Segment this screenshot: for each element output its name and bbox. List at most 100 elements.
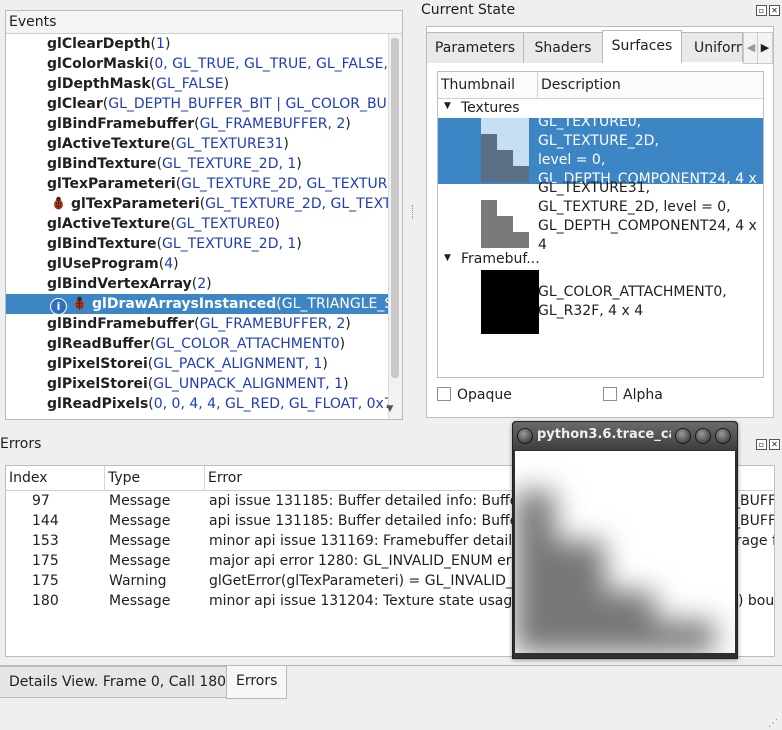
event-function: glPixelStorei — [47, 376, 148, 392]
event-function: glReadBuffer — [47, 336, 150, 352]
event-row[interactable]: glUseProgram(4) — [6, 254, 388, 274]
event-row[interactable]: glBindTexture(GL_TEXTURE_2D, 1) — [6, 154, 388, 174]
event-function: glBindFramebuffer — [47, 116, 195, 132]
event-row[interactable]: glBindFramebuffer(GL_FRAMEBUFFER, 2) — [6, 314, 388, 334]
paren: ) — [296, 156, 302, 172]
python-trace-window[interactable]: python3.6.trace_call — [512, 421, 738, 659]
minimize-icon[interactable] — [675, 428, 691, 444]
event-row[interactable]: glDepthMask(GL_FALSE) — [6, 74, 388, 94]
surface-description-line: level = 0, — [538, 152, 606, 168]
error-index: 180 — [32, 593, 59, 609]
window-close-icon[interactable] — [715, 428, 731, 444]
alpha-checkbox[interactable]: Alpha — [603, 386, 663, 404]
event-row[interactable]: glTexParameteri(GL_TEXTURE_2D, GL_TEXTUR… — [6, 174, 388, 194]
paren: ) — [173, 256, 179, 272]
event-function: glBindTexture — [47, 156, 157, 172]
column-header-description[interactable]: Description — [538, 72, 763, 99]
info-icon: i — [50, 298, 67, 314]
expand-textures-icon[interactable]: ▼ — [444, 101, 451, 111]
error-message: glGetError(glTexParameteri) = GL_INVALID… — [209, 573, 555, 589]
error-index: 175 — [32, 553, 59, 569]
event-args: GL_FALSE — [156, 76, 224, 92]
errors-title: Errors — [0, 436, 42, 452]
paren: ) — [223, 76, 230, 92]
tab-details-view[interactable]: Details View. Frame 0, Call 180 — [0, 666, 237, 698]
event-args: GL_FRAMEBUFFER, 2 — [199, 316, 346, 332]
event-function: glDepthMask — [47, 76, 151, 92]
tab-scroll-right-icon[interactable]: ▶ — [757, 32, 773, 64]
event-args: GL_PACK_ALIGNMENT, 1 — [153, 356, 323, 372]
tab-errors[interactable]: Errors — [226, 665, 288, 699]
error-type: Message — [109, 493, 171, 509]
surface-description: GL_COLOR_ATTACHMENT0, GL_R32F, 4 x 4 — [538, 283, 763, 321]
tab-uniforms[interactable]: Uniform — [681, 32, 743, 62]
event-args: 1 — [156, 36, 165, 52]
event-row[interactable]: glReadBuffer(GL_COLOR_ATTACHMENT0) — [6, 334, 388, 354]
event-function: glTexParameteri — [71, 196, 200, 212]
surface-description-line: GL_R32F, 4 x 4 — [538, 303, 644, 319]
maximize-icon[interactable] — [695, 428, 711, 444]
error-index: 97 — [32, 493, 50, 509]
surface-description-line: GL_TEXTURE0, GL_TEXTURE_2D, — [538, 114, 659, 149]
column-header-thumbnail[interactable]: Thumbnail — [438, 72, 538, 99]
events-list[interactable]: glClearDepth(1) glColorMaski(0, GL_TRUE, … — [6, 34, 388, 418]
event-args: GL_TEXTURE_2D, GL_TEXTURE_COMPARE — [205, 196, 388, 212]
event-row[interactable]: glActiveTexture(GL_TEXTURE31) — [6, 134, 388, 154]
paren: ) — [339, 336, 346, 352]
event-row[interactable]: glBindTexture(GL_TEXTURE_2D, 1) — [6, 234, 388, 254]
error-index: 144 — [32, 513, 59, 529]
group-framebuffer[interactable]: Framebuf... — [461, 248, 540, 270]
event-row[interactable]: glColorMaski(0, GL_TRUE, GL_TRUE, GL_FAL… — [6, 54, 388, 74]
event-args: GL_TEXTURE_2D, 1 — [162, 236, 297, 252]
tab-shaders[interactable]: Shaders — [523, 32, 603, 63]
tab-parameters[interactable]: Parameters — [426, 32, 524, 63]
event-row[interactable]: glPixelStorei(GL_UNPACK_ALIGNMENT, 1) — [6, 374, 388, 394]
splitter-handle[interactable] — [412, 205, 416, 219]
events-header: Events — [6, 11, 402, 34]
paren: ) — [345, 116, 351, 132]
error-type: Message — [109, 513, 171, 529]
event-row[interactable]: glClear(GL_DEPTH_BUFFER_BIT | GL_COLOR_B… — [6, 94, 388, 114]
event-row[interactable]: glReadPixels(0, 0, 4, 4, GL_RED, GL_FLOA… — [6, 394, 388, 414]
bug-icon — [52, 196, 65, 210]
events-scrollbar[interactable] — [388, 34, 402, 419]
opaque-checkbox[interactable]: Opaque — [437, 386, 512, 404]
tab-surfaces[interactable]: Surfaces — [602, 30, 682, 63]
event-args: GL_TEXTURE_2D, 1 — [162, 156, 297, 172]
close-icon[interactable]: ✕ — [769, 5, 780, 16]
event-row[interactable]: glActiveTexture(GL_TEXTURE0) — [6, 214, 388, 234]
column-header-index[interactable]: Index — [6, 466, 105, 491]
event-row[interactable]: glPixelStorei(GL_PACK_ALIGNMENT, 1) — [6, 354, 388, 374]
event-row[interactable]: glBindFramebuffer(GL_FRAMEBUFFER, 2) — [6, 114, 388, 134]
event-function: glClearDepth — [47, 36, 151, 52]
event-args: GL_FRAMEBUFFER, 2 — [199, 116, 346, 132]
render-canvas — [515, 451, 735, 653]
resize-grip-icon[interactable]: ⋰ — [768, 718, 778, 729]
group-textures[interactable]: Textures — [461, 98, 520, 118]
event-function: glTexParameteri — [47, 176, 176, 192]
scroll-down-arrow-icon[interactable]: ▼ — [383, 404, 397, 416]
error-index: 175 — [32, 573, 59, 589]
event-row[interactable]: glClearDepth(1) — [6, 34, 388, 54]
column-header-type[interactable]: Type — [105, 466, 205, 491]
float-icon[interactable]: ▫ — [756, 5, 767, 16]
event-function: glDrawArraysInstanced — [92, 296, 277, 312]
events-scrollbar-thumb[interactable] — [391, 38, 399, 378]
close-icon[interactable]: ✕ — [769, 439, 780, 450]
event-args: GL_TEXTURE0 — [175, 216, 275, 232]
event-row[interactable]: glBindVertexArray(2) — [6, 274, 388, 294]
event-row[interactable]: iglDrawArraysInstanced(GL_TRIANGLE_STRIP… — [6, 294, 388, 314]
event-row[interactable]: glTexParameteri(GL_TEXTURE_2D, GL_TEXTUR… — [6, 194, 388, 214]
surface-description-line: GL_TEXTURE31, — [538, 180, 651, 196]
error-type: Message — [109, 533, 171, 549]
event-args: GL_COLOR_ATTACHMENT0 — [155, 336, 340, 352]
opaque-label: Opaque — [457, 387, 512, 403]
python-window-titlebar[interactable]: python3.6.trace_call — [513, 422, 737, 450]
events-panel: Events glClearDepth(1) glColorMaski(0, GL… — [5, 10, 403, 420]
expand-framebuffer-icon[interactable]: ▼ — [444, 253, 451, 263]
event-args: 0, GL_TRUE, GL_TRUE, GL_FALSE, GL_FALSE,… — [154, 56, 388, 72]
event-function: glClear — [47, 96, 103, 112]
window-menu-icon[interactable] — [517, 428, 533, 444]
error-type: Message — [109, 593, 171, 609]
float-icon[interactable]: ▫ — [756, 439, 767, 450]
